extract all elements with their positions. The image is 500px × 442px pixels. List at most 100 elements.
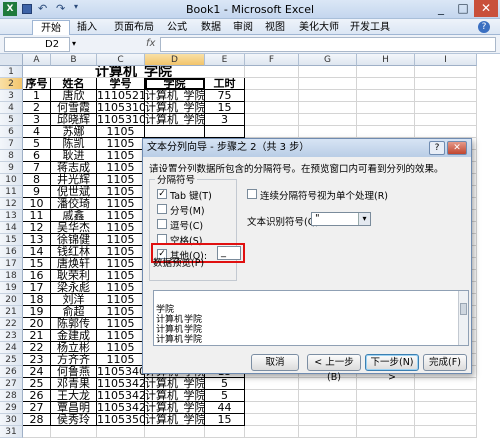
- cell[interactable]: 苏娜: [51, 126, 97, 138]
- cell[interactable]: 序号: [23, 78, 51, 90]
- cell[interactable]: 王大龙: [51, 390, 97, 402]
- tab-home[interactable]: 开始: [32, 20, 70, 35]
- cell[interactable]: 15: [205, 414, 245, 426]
- comma-checkbox[interactable]: [157, 219, 167, 229]
- cell[interactable]: 3: [23, 114, 51, 126]
- cell[interactable]: [357, 390, 415, 402]
- cell[interactable]: [245, 414, 299, 426]
- cell[interactable]: [245, 66, 299, 78]
- cell[interactable]: 7: [23, 162, 51, 174]
- row-header[interactable]: 16: [0, 246, 23, 258]
- cell[interactable]: [245, 102, 299, 114]
- cell[interactable]: [357, 402, 415, 414]
- cell[interactable]: [205, 426, 245, 438]
- cell[interactable]: 11105218: [97, 90, 145, 102]
- function-icon[interactable]: fx: [146, 38, 155, 49]
- cell[interactable]: [245, 114, 299, 126]
- tab-view[interactable]: 视图: [260, 20, 290, 35]
- cell[interactable]: 1105: [97, 246, 145, 258]
- dialog-help-button[interactable]: ?: [429, 141, 445, 155]
- cell[interactable]: 75: [205, 90, 245, 102]
- cell[interactable]: 1105: [97, 210, 145, 222]
- cell[interactable]: [357, 414, 415, 426]
- select-all-corner[interactable]: [0, 54, 23, 66]
- cell[interactable]: 25: [23, 378, 51, 390]
- cell[interactable]: 3: [205, 114, 245, 126]
- column-header[interactable]: H: [357, 54, 415, 66]
- cell[interactable]: 耿荣利: [51, 270, 97, 282]
- cell[interactable]: 1105: [97, 330, 145, 342]
- cell[interactable]: 2: [23, 102, 51, 114]
- cell[interactable]: 计算机_学院: [145, 402, 205, 414]
- column-header[interactable]: A: [23, 54, 51, 66]
- cell[interactable]: 方齐齐: [51, 354, 97, 366]
- row-header[interactable]: 30: [0, 414, 23, 426]
- cell[interactable]: [357, 66, 415, 78]
- cell[interactable]: 1105: [97, 162, 145, 174]
- maximize-button[interactable]: □: [452, 0, 474, 17]
- cell[interactable]: 金建成: [51, 330, 97, 342]
- column-header[interactable]: I: [415, 54, 477, 66]
- name-box[interactable]: D2: [4, 37, 70, 52]
- cell[interactable]: 钱红林: [51, 246, 97, 258]
- name-box-dropdown-icon[interactable]: ▾: [72, 39, 76, 48]
- cell[interactable]: 潘佼琦: [51, 198, 97, 210]
- cell[interactable]: 1105: [97, 306, 145, 318]
- cell[interactable]: [357, 114, 415, 126]
- row-header[interactable]: 11: [0, 186, 23, 198]
- cell[interactable]: 俞超: [51, 306, 97, 318]
- cell[interactable]: [415, 414, 477, 426]
- row-header[interactable]: 15: [0, 234, 23, 246]
- cell[interactable]: 1105: [97, 150, 145, 162]
- cell[interactable]: 唐欣: [51, 90, 97, 102]
- row-header[interactable]: 4: [0, 102, 23, 114]
- cell[interactable]: 26: [23, 390, 51, 402]
- row-header[interactable]: 5: [0, 114, 23, 126]
- cell[interactable]: 1105: [97, 198, 145, 210]
- cell[interactable]: 计算机_学院: [145, 90, 205, 102]
- cell[interactable]: 13: [23, 234, 51, 246]
- cell[interactable]: [205, 126, 245, 138]
- cell[interactable]: 23: [23, 354, 51, 366]
- cell[interactable]: 何鲁燕: [51, 366, 97, 378]
- cell[interactable]: 1105: [97, 126, 145, 138]
- cell[interactable]: 梁永彪: [51, 282, 97, 294]
- cell[interactable]: 1105: [97, 342, 145, 354]
- cell[interactable]: [299, 402, 357, 414]
- cell[interactable]: [145, 126, 205, 138]
- row-header[interactable]: 9: [0, 162, 23, 174]
- tab-formulas[interactable]: 公式: [162, 20, 192, 35]
- cell[interactable]: 陈郭传: [51, 318, 97, 330]
- cell[interactable]: 1: [23, 90, 51, 102]
- cell[interactable]: 11053102: [97, 102, 145, 114]
- cell[interactable]: [415, 90, 477, 102]
- cell[interactable]: 21: [23, 330, 51, 342]
- row-header[interactable]: 22: [0, 318, 23, 330]
- cell[interactable]: [415, 378, 477, 390]
- cell[interactable]: [299, 66, 357, 78]
- cell[interactable]: 6: [23, 150, 51, 162]
- cell[interactable]: [299, 426, 357, 438]
- cell[interactable]: 蒋志成: [51, 162, 97, 174]
- cell[interactable]: [299, 90, 357, 102]
- cell[interactable]: 何雪霞: [51, 102, 97, 114]
- cell[interactable]: [245, 90, 299, 102]
- cell[interactable]: 侯秀玲: [51, 414, 97, 426]
- cell[interactable]: 11053503: [97, 414, 145, 426]
- row-header[interactable]: 29: [0, 402, 23, 414]
- cell[interactable]: [97, 426, 145, 438]
- cell[interactable]: 耿进: [51, 150, 97, 162]
- row-header[interactable]: 8: [0, 150, 23, 162]
- cancel-button[interactable]: 取消: [251, 354, 299, 371]
- row-header[interactable]: 21: [0, 306, 23, 318]
- help-icon[interactable]: ?: [478, 21, 490, 33]
- row-header[interactable]: 6: [0, 126, 23, 138]
- column-header[interactable]: C: [97, 54, 145, 66]
- cell[interactable]: 学号: [97, 78, 145, 90]
- column-header[interactable]: F: [245, 54, 299, 66]
- cell[interactable]: [415, 390, 477, 402]
- row-header[interactable]: 13: [0, 210, 23, 222]
- cell[interactable]: 邱晓辉: [51, 114, 97, 126]
- text-qualifier-select[interactable]: " ▾: [311, 212, 371, 226]
- cell[interactable]: [357, 102, 415, 114]
